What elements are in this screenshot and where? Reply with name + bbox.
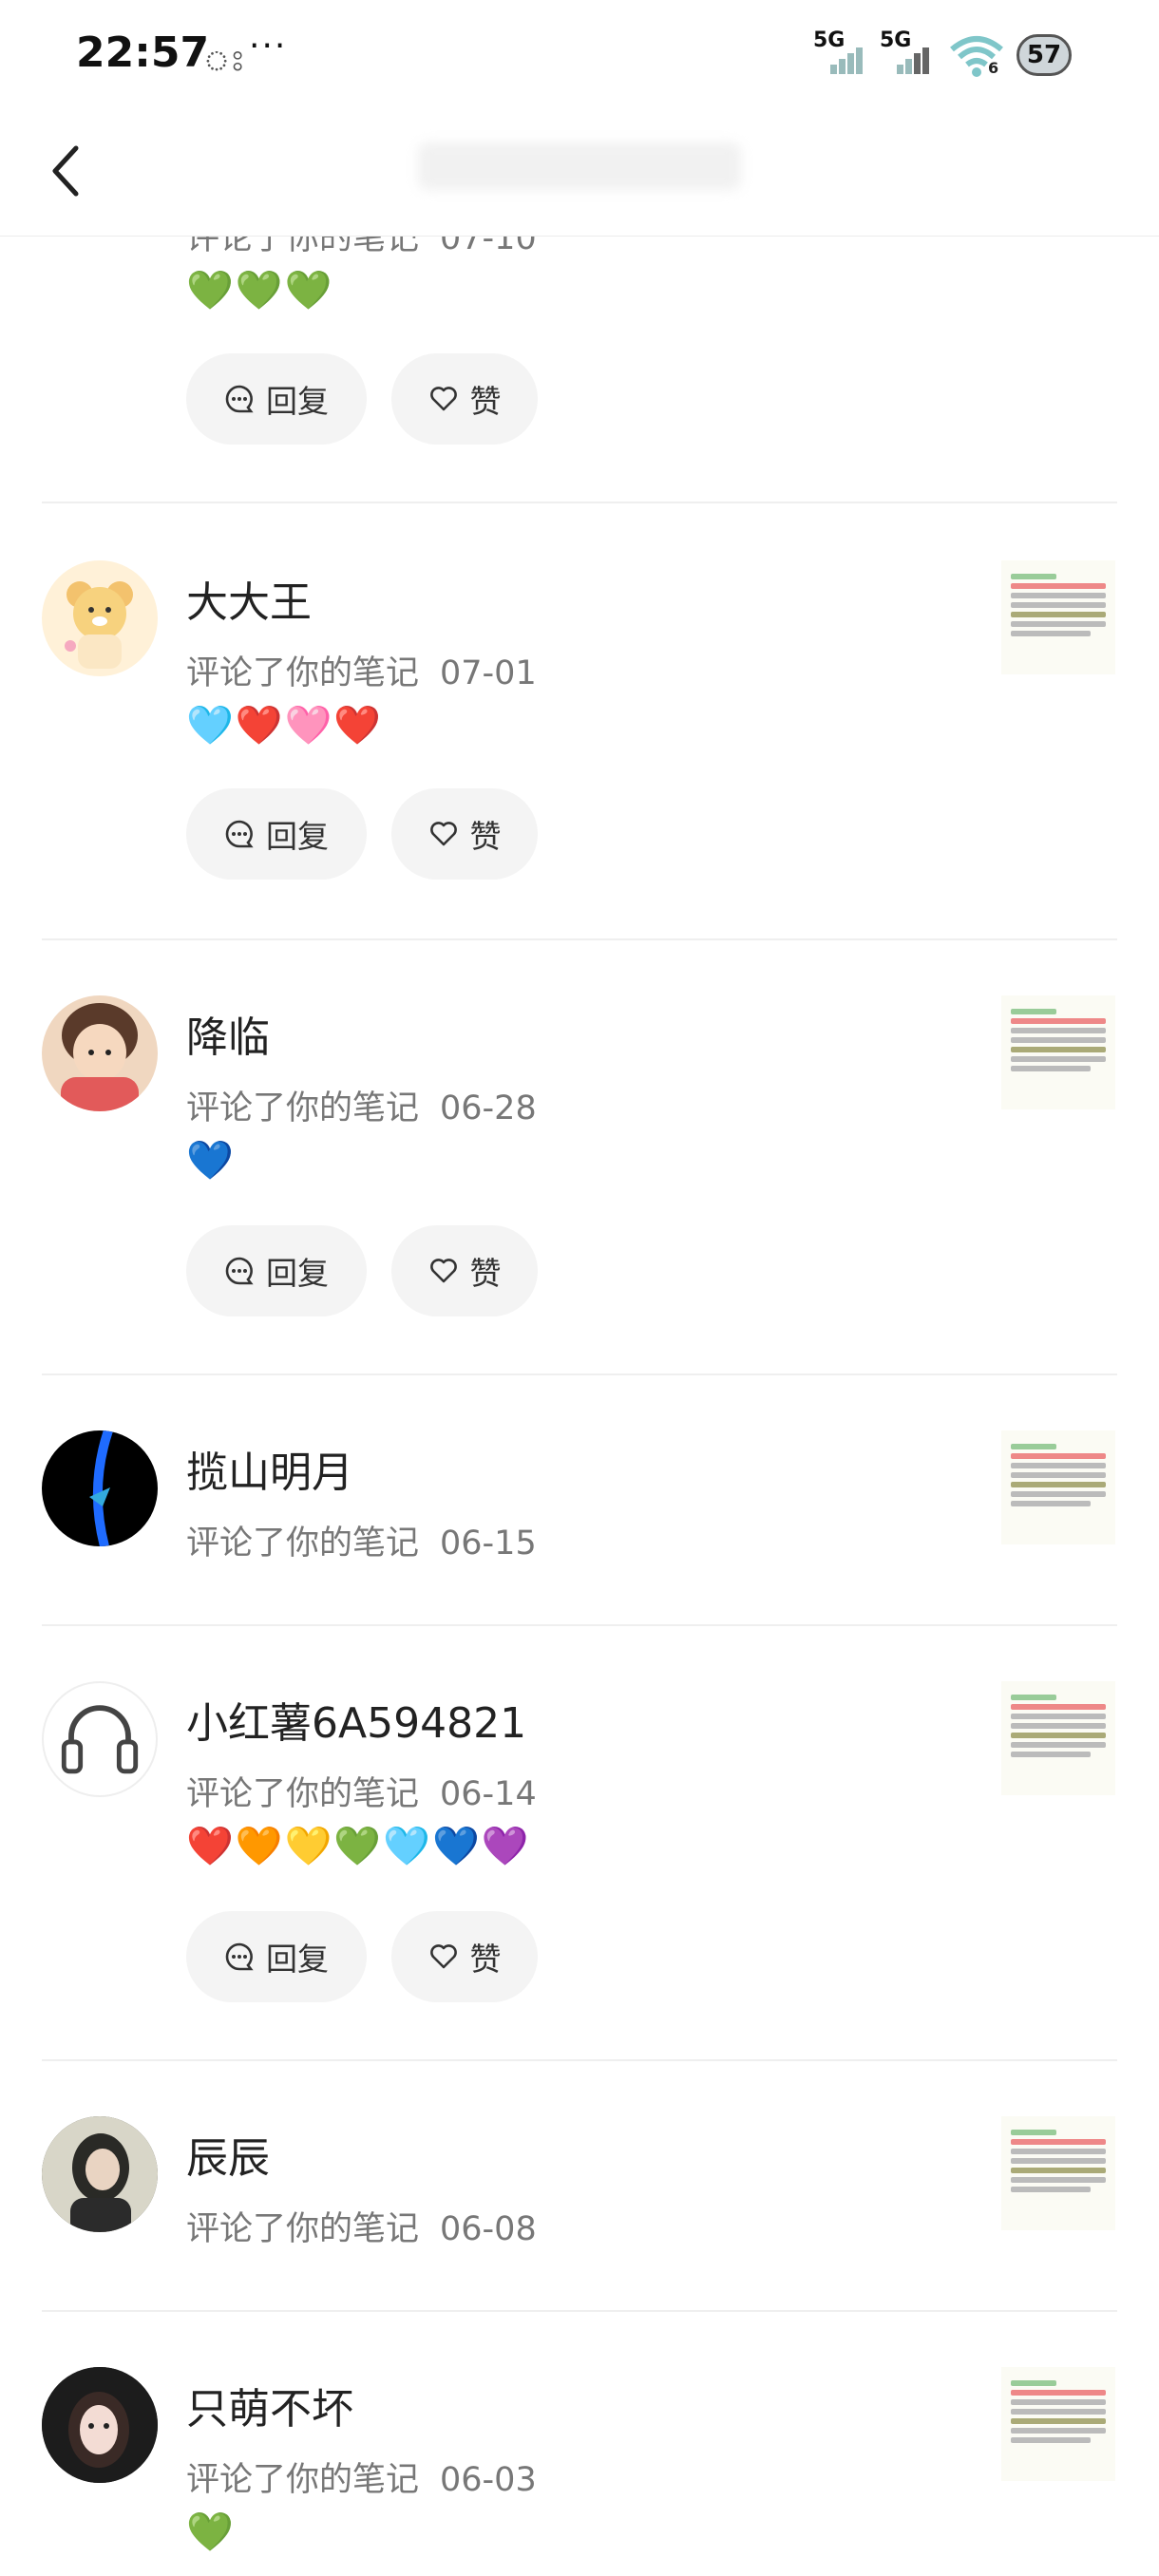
note-thumbnail[interactable] [1001,1681,1115,1795]
comment-meta: 评论了你的笔记 06-08 [186,2202,537,2250]
user-name[interactable]: 大大王 [186,568,312,629]
user-name[interactable]: 揽山明月 [186,1438,353,1499]
note-thumbnail[interactable] [1001,1430,1115,1544]
like-label: 赞 [469,1255,502,1292]
heart-icon [429,387,457,411]
reply-button[interactable]: 回复 [186,1225,367,1316]
comment-text: 💙 [186,1139,236,1183]
comment-meta: 评论了你的笔记 06-15 [186,1516,537,1564]
avatar[interactable] [42,1430,158,1546]
chat-bubble-icon [225,820,254,848]
divider [42,1624,1117,1626]
comment-date: 06-28 [440,1089,537,1127]
comment-text: 🩵❤️🩷❤️ [186,704,384,748]
user-name[interactable]: 辰辰 [186,2124,270,2185]
comment-text: 💚💚💚 [186,269,334,313]
action-text: 评论了你的笔记 [186,1525,420,1563]
wifi-badge: 6 [988,59,999,77]
avatar[interactable] [42,1681,158,1797]
comment-date: 06-14 [440,1775,537,1813]
action-text: 评论了你的笔记 [186,2210,420,2248]
battery-indicator: 57 [1016,34,1072,76]
user-name[interactable]: 降临 [186,1003,270,1064]
like-label: 赞 [469,818,502,855]
comment-text: 💚 [186,2510,236,2554]
action-text: 评论了你的笔记 [186,654,420,692]
heart-icon [429,1944,457,1969]
action-text: 评论了你的笔记 [186,1089,420,1127]
like-button[interactable]: 赞 [391,1225,538,1316]
like-button[interactable]: 赞 [391,788,538,880]
note-thumbnail[interactable] [1001,560,1115,674]
comment-text: ❤️🧡💛💚🩵💙💜 [186,1825,531,1868]
photo-avatar-image [42,2116,158,2232]
comment-date: 06-15 [440,1525,537,1563]
comment-date: 06-03 [440,2461,537,2499]
reply-label: 回复 [266,383,329,420]
action-text: 评论了你的笔记 [186,1775,420,1813]
user-name[interactable]: 只萌不坏 [186,2375,353,2435]
signal-icon-2 [897,42,939,74]
divider [42,2310,1117,2312]
headphones-icon [61,1705,139,1774]
divider [42,1373,1117,1375]
like-button[interactable]: 赞 [391,353,538,445]
top-nav-bar [0,104,1159,237]
divider [42,2059,1117,2061]
heart-icon [429,822,457,846]
note-thumbnail[interactable] [1001,2116,1115,2230]
like-label: 赞 [469,383,502,420]
divider [42,938,1117,940]
reply-label: 回复 [266,818,329,855]
reply-label: 回复 [266,1941,329,1978]
status-bar: 22:57 ঃ ··· 5G 5G 6 57 [0,0,1159,104]
header-title-blurred [418,142,741,190]
chat-bubble-icon [225,1942,254,1971]
avatar[interactable] [42,2116,158,2232]
user-name[interactable]: 小红薯6A594821 [186,1689,526,1750]
reply-button[interactable]: 回复 [186,353,367,445]
photo-avatar-image [42,2367,158,2483]
chevron-left-icon[interactable] [48,142,86,199]
reply-button[interactable]: 回复 [186,788,367,880]
note-thumbnail[interactable] [1001,2367,1115,2481]
chat-bubble-icon [225,1257,254,1285]
comment-meta: 评论了你的笔记 06-28 [186,1081,537,1129]
reply-button[interactable]: 回复 [186,1911,367,2002]
comment-date: 06-08 [440,2210,537,2248]
avatar[interactable] [42,995,158,1111]
dark-avatar-image [89,1430,113,1546]
clock: 22:57 [76,28,210,77]
like-label: 赞 [469,1941,502,1978]
avatar[interactable] [42,560,158,676]
reply-label: 回复 [266,1255,329,1292]
comment-meta: 评论了你的笔记 06-14 [186,1767,537,1815]
girl-avatar-image [61,1003,139,1111]
divider [42,502,1117,503]
like-button[interactable]: 赞 [391,1911,538,2002]
more-notifications-icon: ··· [249,27,288,66]
bear-avatar-image [65,581,133,669]
action-text: 评论了你的笔记 [186,2461,420,2499]
signal-icon-1 [830,42,872,74]
chat-bubble-icon [225,385,254,413]
heart-icon [429,1259,457,1283]
avatar[interactable] [42,2367,158,2483]
comment-meta: 评论了你的笔记 07-01 [186,646,537,694]
notification-icon: ঃ [203,45,246,78]
comment-meta: 评论了你的笔记 06-03 [186,2453,537,2501]
note-thumbnail[interactable] [1001,995,1115,1109]
comment-date: 07-01 [440,654,537,692]
